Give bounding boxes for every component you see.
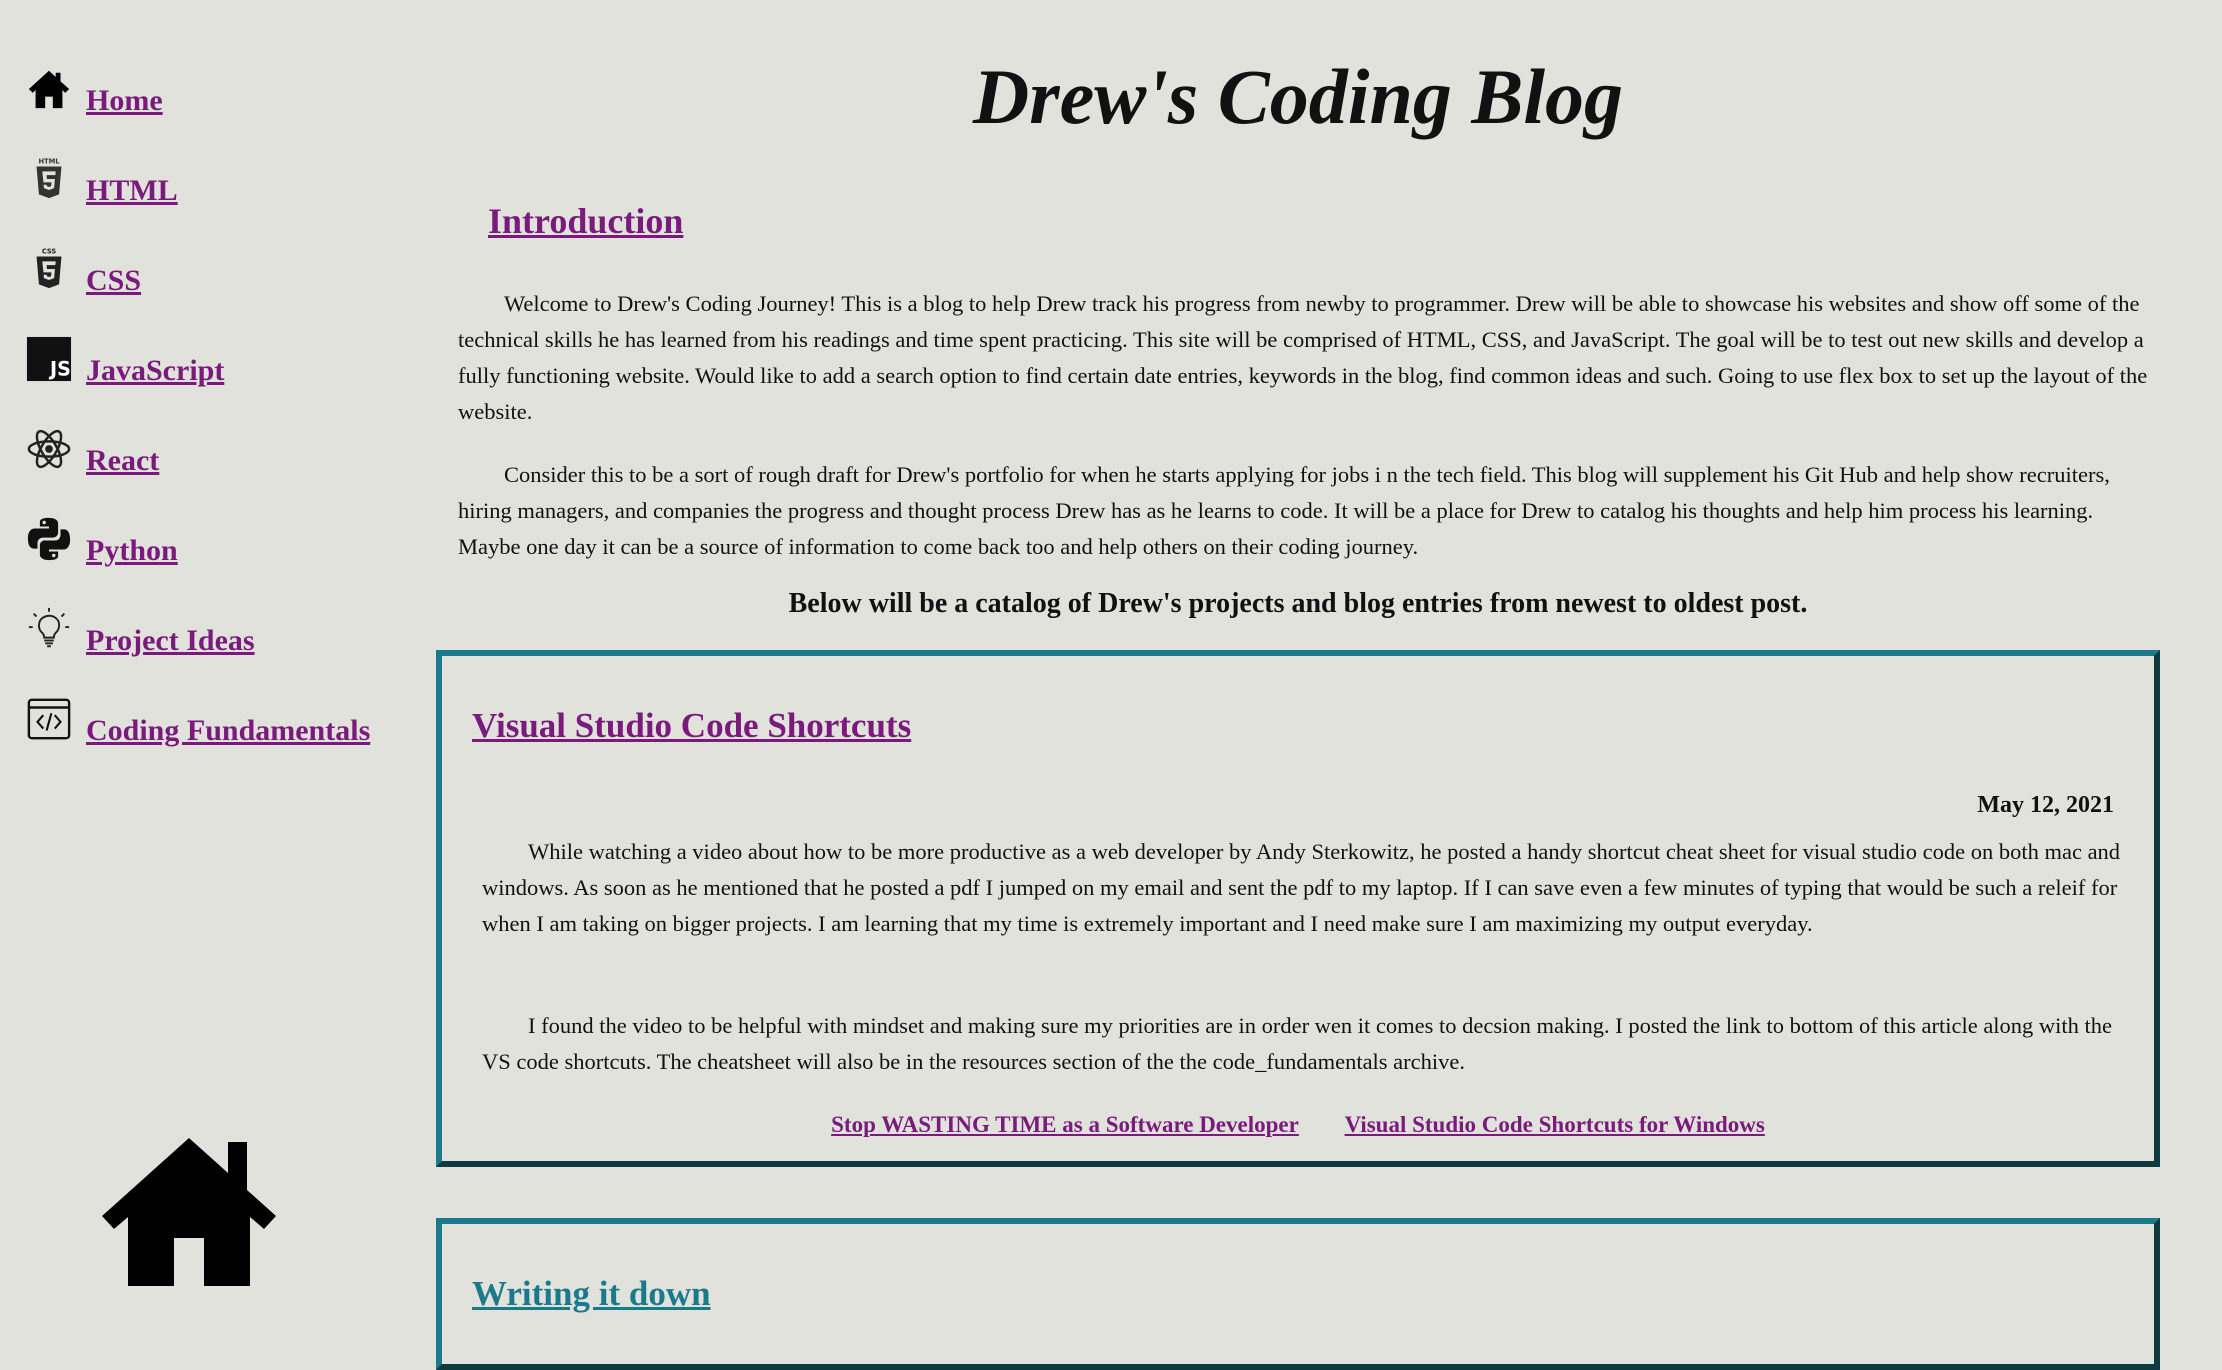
sidebar-nav: Home HTML HTML CSS CSS JS JavaScript Rea… [26, 40, 386, 760]
page-title: Drew's Coding Blog [972, 53, 1624, 140]
intro-paragraph-2: Consider this to be a sort of rough draf… [458, 462, 2110, 559]
intro-heading: Introduction [488, 200, 683, 242]
sidebar-item-javascript[interactable]: JS JavaScript [26, 310, 386, 400]
sidebar-item-html[interactable]: HTML HTML [26, 130, 386, 220]
home-icon[interactable] [102, 1138, 276, 1288]
sidebar-item-label[interactable]: Project Ideas [86, 624, 255, 658]
sidebar-item-css[interactable]: CSS CSS [26, 220, 386, 310]
post-date: May 12, 2021 [1977, 792, 2114, 818]
sidebar-item-label[interactable]: Home [86, 84, 163, 118]
code-window-icon[interactable] [26, 696, 72, 742]
javascript-icon[interactable]: JS [26, 336, 72, 382]
sidebar-item-react[interactable]: React [26, 400, 386, 490]
blog-post: Writing it down [436, 1218, 2160, 1370]
intro-link[interactable]: Introduction [488, 201, 683, 241]
sidebar-item-coding-fundamentals[interactable]: Coding Fundamentals [26, 670, 386, 760]
sidebar-item-home[interactable]: Home [26, 40, 386, 130]
sidebar-item-label[interactable]: Python [86, 534, 178, 568]
home-icon[interactable] [26, 66, 72, 112]
lightbulb-icon[interactable] [26, 606, 72, 652]
sidebar-item-project-ideas[interactable]: Project Ideas [26, 580, 386, 670]
post-title: Visual Studio Code Shortcuts [472, 706, 911, 746]
post-title: Writing it down [472, 1274, 711, 1314]
sidebar-item-label[interactable]: React [86, 444, 159, 478]
sidebar-item-label[interactable]: Coding Fundamentals [86, 714, 370, 748]
blog-post: Visual Studio Code Shortcuts May 12, 202… [436, 650, 2160, 1167]
post-links: Stop WASTING TIME as a Software Develope… [442, 1112, 2154, 1138]
post-paragraph-2: I found the video to be helpful with min… [482, 1013, 2113, 1074]
sidebar-item-label[interactable]: CSS [86, 264, 141, 298]
video-link[interactable]: Stop WASTING TIME as a Software Develope… [831, 1112, 1299, 1137]
catalog-note: Below will be a catalog of Drew's projec… [788, 588, 1808, 619]
sidebar-item-label[interactable]: HTML [86, 174, 178, 208]
intro-paragraph-1: Welcome to Drew's Coding Journey! This i… [458, 291, 2148, 424]
svg-text:JS: JS [48, 357, 71, 380]
svg-text:CSS: CSS [42, 248, 57, 256]
sidebar-item-label[interactable]: JavaScript [86, 354, 224, 388]
python-icon[interactable] [26, 516, 72, 562]
shortcuts-pdf-link[interactable]: Visual Studio Code Shortcuts for Windows [1345, 1112, 1765, 1137]
sidebar-item-python[interactable]: Python [26, 490, 386, 580]
html5-icon[interactable]: HTML [26, 156, 72, 202]
post-paragraph-1: While watching a video about how to be m… [482, 839, 2121, 936]
post-title-link[interactable]: Writing it down [472, 1274, 711, 1313]
svg-text:HTML: HTML [38, 158, 60, 166]
post-title-link[interactable]: Visual Studio Code Shortcuts [472, 706, 911, 745]
css3-icon[interactable]: CSS [26, 246, 72, 292]
react-icon[interactable] [26, 426, 72, 472]
